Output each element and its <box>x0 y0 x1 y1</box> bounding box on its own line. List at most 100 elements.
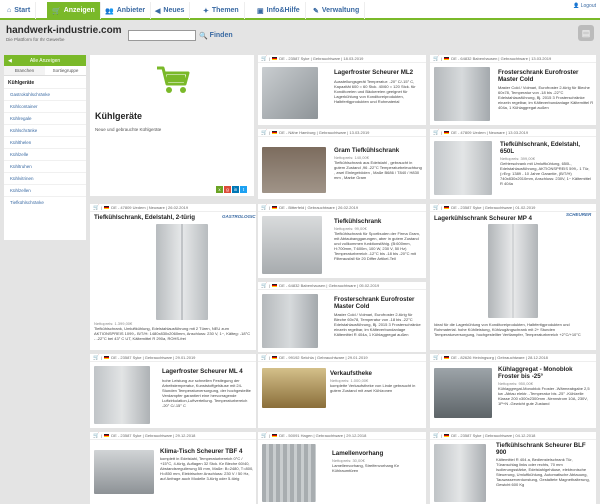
listing-description: Ausstellungsgerät Temperatur: -20° C/-15… <box>334 79 416 104</box>
listing-title[interactable]: Frosterschrank Eurofroster Master Cold <box>498 69 594 83</box>
product-image[interactable] <box>488 224 538 318</box>
listing-card[interactable]: 🛒 | DE - 23587 Syke | Gebrauchtware | 18.0… <box>258 55 426 125</box>
sidebar-all-ads[interactable]: ◀ Alle Anzeigen <box>4 55 86 66</box>
listing-title[interactable]: Frosterschrank Eurofroster Master Cold <box>334 296 424 310</box>
brand-logo: GASTROLOGIC <box>222 214 256 219</box>
cart-icon: 🛒 <box>261 129 268 136</box>
sidebar-item[interactable]: Gastrokühlschränke <box>4 88 86 100</box>
tab-anbieter[interactable]: 👥 Anbieter <box>100 2 152 19</box>
listing-title[interactable]: Kühlaggregat - Monoblok Froster bis -25° <box>498 366 594 380</box>
category-header: Kühlgeräte Neue und gebrauchte Kühlgerät… <box>90 55 254 196</box>
listing-description: Master Cold / Volmari, Eurofroster 2-tür… <box>334 312 421 337</box>
listing-card[interactable]: 🛒 | DE - 82626 Heiningsorg | Gebrauchtware… <box>430 354 596 428</box>
sidebar-item[interactable]: Kühlschränke <box>4 124 86 136</box>
listing-title[interactable]: Tiefkühlschrank, Edelstahl, 650L <box>500 141 594 155</box>
product-image[interactable] <box>262 444 316 502</box>
flag-de-icon <box>444 356 450 359</box>
listing-card[interactable]: 🛒 | DE - 64832 Babenhausen | Gebrauchtware… <box>258 282 426 352</box>
tab-branchen[interactable]: Branchen <box>4 66 45 75</box>
product-image[interactable] <box>434 444 486 502</box>
listing-title[interactable]: Tiefkühlschrank <box>334 218 424 225</box>
listing-card[interactable]: 🛒 | DE - 23587 Syke | Gebrauchtware | 04.1… <box>430 432 596 504</box>
tab-info-hilfe[interactable]: ▣ Info&Hilfe <box>252 2 306 19</box>
flag-de-icon <box>444 434 450 437</box>
tab-verwaltung[interactable]: ✎ Verwaltung <box>308 2 366 19</box>
product-image[interactable] <box>94 366 150 424</box>
sidebar-item[interactable]: Kühlthelen <box>4 136 86 148</box>
listing-title[interactable]: Lagerfroster Scheurer ML2 <box>334 69 424 76</box>
cart-icon: 🛒 <box>433 354 440 361</box>
arrow-left-icon: ◀ <box>8 57 12 64</box>
tab-start[interactable]: ⌂ Start <box>2 2 37 19</box>
product-image[interactable] <box>262 294 318 348</box>
listing-description: Kältemittel R 404 a, Bedienstelschrank T… <box>496 457 590 487</box>
listing-card[interactable]: 🛒 | DE - 47809 Uedem | Neuware | 13.03.201… <box>430 129 596 199</box>
listing-description: Gefrierschrank mit Umluftkühlung, 650L, … <box>500 161 591 186</box>
twitter-icon[interactable]: t <box>240 186 247 193</box>
cart-icon: 🛒 <box>93 432 100 439</box>
flag-de-icon <box>272 356 278 359</box>
sidebar-category-title: Kühlgeräte <box>8 80 35 86</box>
site-tagline: Die Plattform für Ihr Gewerbe <box>6 37 65 42</box>
listing-title[interactable]: Gram Tiefkühlschrank <box>334 147 424 154</box>
google-plus-icon[interactable]: g <box>224 186 231 193</box>
listing-card[interactable]: 🛒 | DE - 47809 Uedem | Neuware | 26.02.201… <box>90 204 256 350</box>
profile-icon[interactable]: ▤ <box>578 25 594 41</box>
sidebar-item[interactable]: Kühlzellen <box>4 184 86 196</box>
listing-title[interactable]: Tiefkühlschrank Scheurer BLF 900 <box>496 442 594 456</box>
tab-anzeigen[interactable]: 🛒 Anzeigen <box>47 2 101 19</box>
product-image[interactable] <box>434 141 492 195</box>
listing-title[interactable]: Lagerkühlschrank Scheurer MP 4 <box>434 215 564 222</box>
brand-logo: SCHEURER <box>566 212 592 217</box>
listing-description: hohe Leistung zur schnellen Festlegung d… <box>162 378 251 408</box>
listing-card[interactable]: 🛒 | DE - 99192 Selchla | Gebrauchtware | 2… <box>258 354 426 428</box>
linkedin-icon[interactable]: in <box>232 186 239 193</box>
listing-card[interactable]: 🛒 | DE - 50091 Hagen | Gebrauchtware | 29.… <box>258 432 426 504</box>
listing-card[interactable]: 🛒 | DE - 23587 Syke | Gebrauchtware | 01.0… <box>430 204 596 350</box>
listing-title[interactable]: Verkaufstheke <box>330 370 422 377</box>
listing-description: Tiefkühlschrank, Umluftkühlung, Edelstah… <box>94 326 251 341</box>
sidebar-item[interactable]: Kühlvitrinen <box>4 172 86 184</box>
tab-sortiegruppe[interactable]: Sortiegruppe <box>45 66 86 75</box>
edit-icon: ✎ <box>313 7 319 15</box>
cart-icon: 🛒 <box>52 7 61 15</box>
listing-title[interactable]: Lagerfroster Scheurer ML 4 <box>162 368 254 375</box>
cart-icon: 🛒 <box>261 354 268 361</box>
listing-card[interactable]: 🛒 | DE - 64832 Babenhausen | Gebrauchtware… <box>430 55 596 125</box>
flag-de-icon <box>272 284 278 287</box>
sidebar-item[interactable]: Tiefkühlschränke <box>4 196 86 208</box>
category-sidebar: ◀ Alle Anzeigen Branchen Sortiegruppe Küh… <box>4 55 86 240</box>
shopping-cart-icon <box>157 66 190 93</box>
listing-card[interactable]: 🛒 | DE - 23587 Syke | Gebrauchtware | 29.1… <box>90 432 256 504</box>
tab-neues[interactable]: ◀ Neues <box>150 2 191 19</box>
listing-card[interactable]: 🛒 | DE - Bitterfeld | Gebrauchtware | 26.0… <box>258 204 426 278</box>
site-logo[interactable]: handwerk-industrie.com <box>6 25 122 36</box>
cart-icon: 🛒 <box>93 204 100 211</box>
search-icon: 🔍 <box>199 32 210 40</box>
xing-icon[interactable]: x <box>216 186 223 193</box>
listing-title[interactable]: Lamellenvorhang <box>332 450 424 457</box>
listing-card[interactable]: 🛒 | DE - Nähe Hamburg | Gebrauchtware | 13… <box>258 129 426 199</box>
top-navigation: ⌂ Start 🛒 Anzeigen 👥 Anbieter ◀ Neues ✦ Theme… <box>0 0 600 20</box>
product-image[interactable] <box>262 216 322 274</box>
search-button[interactable]: 🔍 Finden <box>199 30 233 41</box>
sidebar-item[interactable]: Kühlcontainer <box>4 100 86 112</box>
page-subtitle: Neue und gebrauchte Kühlgeräte <box>95 127 162 132</box>
sidebar-item[interactable]: Kühlzelle <box>4 148 86 160</box>
product-image[interactable] <box>434 67 490 121</box>
product-image[interactable] <box>262 67 318 119</box>
product-image[interactable] <box>156 224 208 320</box>
sidebar-item[interactable]: Kühlregale <box>4 112 86 124</box>
logout-link[interactable]: 👤 Logout <box>573 3 596 9</box>
listing-card[interactable]: 🛒 | DE - 23587 Syke | Gebrauchtware | 29.0… <box>90 354 256 428</box>
product-image[interactable] <box>262 147 326 193</box>
search-input[interactable] <box>128 30 196 41</box>
cart-icon: 🛒 <box>261 55 268 62</box>
product-image[interactable] <box>262 368 326 408</box>
listing-title[interactable]: Tiefkühlschrank, Edelstahl, 2-türig <box>94 214 226 221</box>
listing-title[interactable]: Klima-Tisch Scheurer TBF 4 <box>160 448 254 455</box>
tab-themen[interactable]: ✦ Themen <box>198 2 245 19</box>
product-image[interactable] <box>94 450 154 494</box>
product-image[interactable] <box>434 368 492 418</box>
sidebar-item[interactable]: Kühltruhen <box>4 160 86 172</box>
